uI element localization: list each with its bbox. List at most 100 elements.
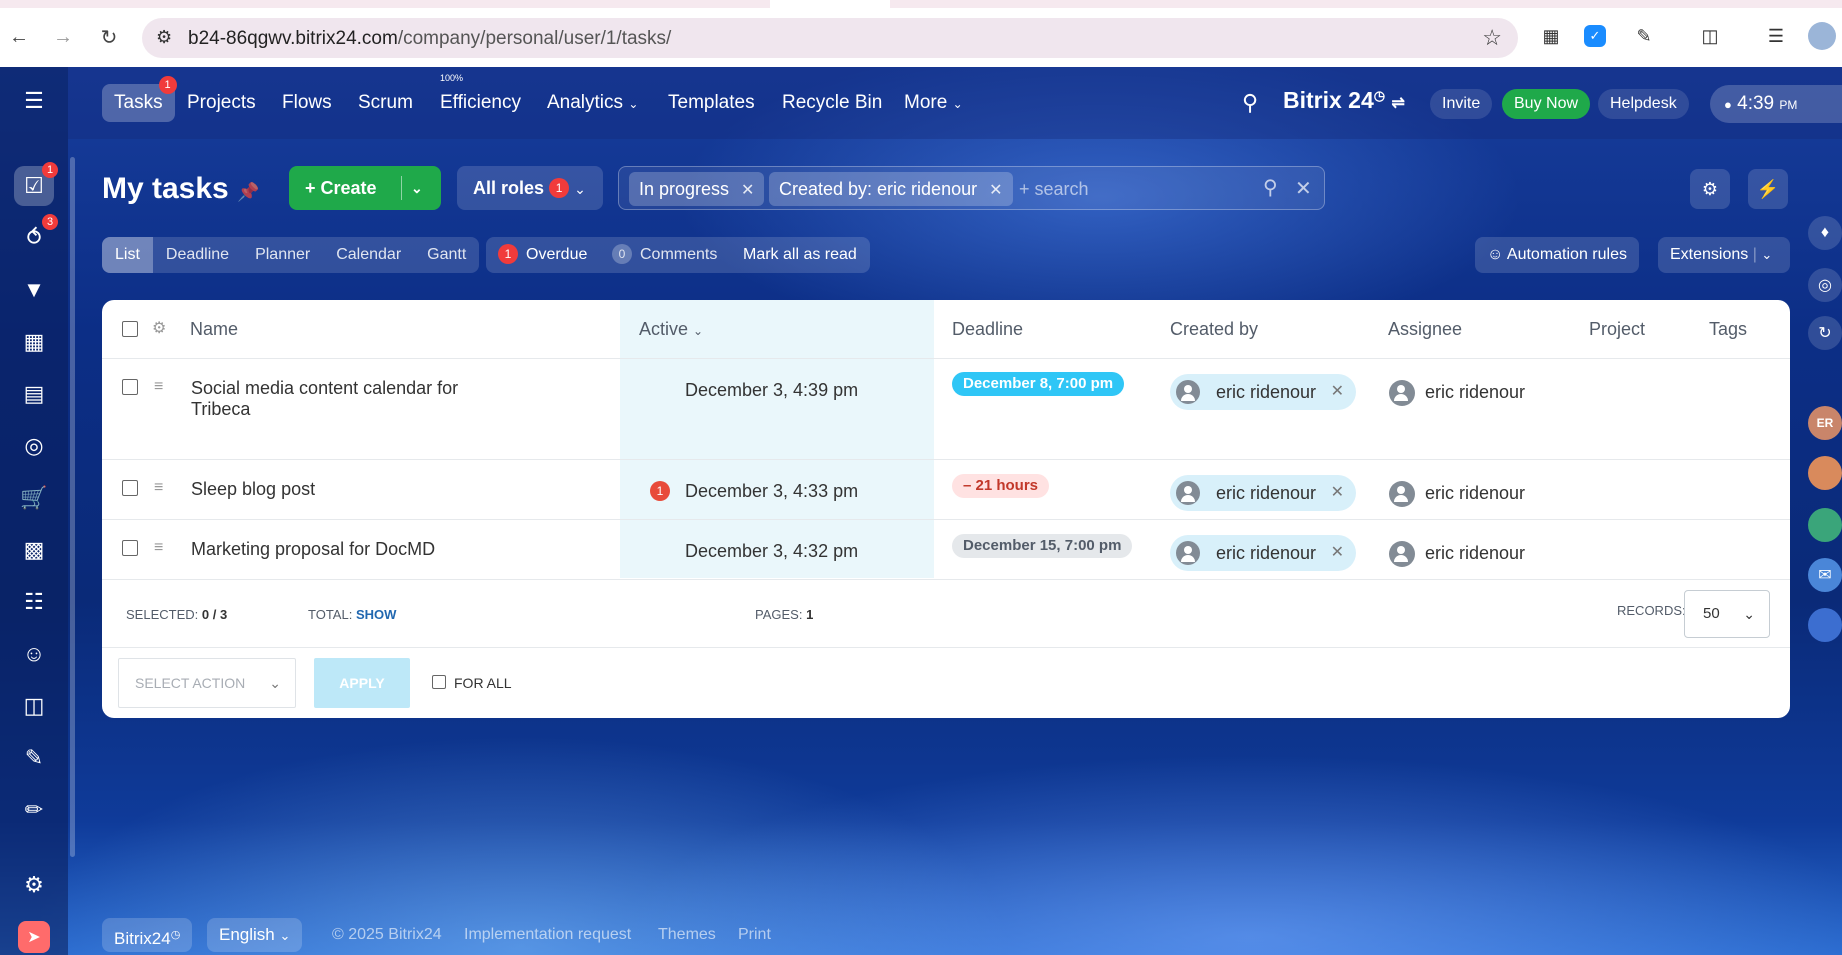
col-tags[interactable]: Tags <box>1709 300 1747 358</box>
col-project[interactable]: Project <box>1589 300 1645 358</box>
footer-brand[interactable]: Bitrix24◷ <box>102 918 193 952</box>
task-title-link[interactable]: Sleep blog post <box>191 479 315 500</box>
sidebar-scrollbar[interactable] <box>70 157 75 857</box>
select-all-checkbox[interactable] <box>122 321 138 337</box>
box-icon[interactable]: ◫ <box>14 686 54 726</box>
remove-filter-icon[interactable]: ✕ <box>989 182 1002 199</box>
invite-button[interactable]: Invite <box>1430 89 1493 119</box>
url-text[interactable]: b24-86qgwv.bitrix24.com/company/personal… <box>188 28 671 50</box>
back-icon[interactable]: ← <box>4 22 34 52</box>
created-by-chip[interactable]: eric ridenour ✕ <box>1170 535 1357 571</box>
settings-gear-icon[interactable]: ⚙ <box>14 865 54 905</box>
target-icon[interactable]: ◎ <box>14 426 54 466</box>
logo-settings-icon[interactable]: ⇌ <box>1392 95 1405 112</box>
automation-rules-button[interactable]: ☺ Automation rules <box>1475 237 1639 273</box>
drag-handle-icon[interactable]: ≡ <box>154 480 170 496</box>
settings-gear-icon[interactable]: ⚙ <box>1690 169 1730 209</box>
remove-filter-icon[interactable]: ✕ <box>741 182 754 199</box>
apply-button[interactable]: APPLY <box>314 658 410 708</box>
deadline-overdue-badge[interactable]: – 21 hours <box>952 474 1050 498</box>
assignee-cell[interactable]: eric ridenour <box>1379 535 1525 571</box>
tab-gantt[interactable]: Gantt <box>414 237 479 273</box>
col-active[interactable]: Active ⌄ <box>639 300 703 358</box>
rocket-icon[interactable]: ➤ <box>18 921 50 953</box>
drag-handle-icon[interactable]: ≡ <box>154 540 170 556</box>
records-per-page-select[interactable]: 50 ⌄ <box>1684 590 1770 638</box>
comments-counter[interactable]: 0 Comments <box>612 237 717 273</box>
roles-dropdown[interactable]: All roles 1 ⌄ <box>457 166 603 210</box>
remove-user-icon[interactable]: ✕ <box>1331 535 1344 571</box>
assignee-cell[interactable]: eric ridenour <box>1379 374 1525 410</box>
messages-icon[interactable]: ✉ <box>1808 558 1842 592</box>
created-by-chip[interactable]: eric ridenour ✕ <box>1170 374 1357 410</box>
deadline-badge[interactable]: December 15, 7:00 pm <box>952 534 1133 558</box>
sync-icon[interactable]: ↻ <box>1808 316 1842 350</box>
chat-group-icon[interactable] <box>1808 508 1842 542</box>
reload-icon[interactable]: ↻ <box>94 22 124 52</box>
nav-analytics[interactable]: Analytics ⌄ <box>535 84 650 122</box>
nav-templates[interactable]: Templates <box>656 84 767 122</box>
assignee-cell[interactable]: eric ridenour <box>1379 475 1525 511</box>
search-icon[interactable]: ⚲ <box>1230 84 1270 122</box>
language-selector[interactable]: English ⌄ <box>207 918 303 952</box>
tab-list[interactable]: List <box>102 237 153 273</box>
filter-chip-created-by[interactable]: Created by: eric ridenour ✕ <box>769 172 1013 206</box>
row-checkbox[interactable] <box>122 480 138 496</box>
tasks-icon[interactable]: ☑ 1 <box>14 162 58 206</box>
nav-flows[interactable]: Flows <box>270 84 344 122</box>
task-title-link[interactable]: Marketing proposal for DocMD <box>191 539 435 560</box>
bookmark-icon[interactable] <box>1808 608 1842 642</box>
document-sign-icon[interactable]: ✎ <box>14 738 54 778</box>
search-placeholder[interactable]: + search <box>1019 167 1089 211</box>
task-title-link[interactable]: Social media content calendar for Tribeca <box>191 378 458 420</box>
lightning-icon[interactable]: ⚡ <box>1748 169 1788 209</box>
contact-card-icon[interactable]: ☷ <box>14 582 54 622</box>
buy-now-button[interactable]: Buy Now <box>1502 89 1591 119</box>
calendar-icon[interactable]: ▦ <box>14 322 54 362</box>
tab-deadline[interactable]: Deadline <box>153 237 242 273</box>
funnel-icon[interactable]: ▼ <box>14 270 54 310</box>
bookmark-star-icon[interactable]: ☆ <box>1482 25 1502 51</box>
helpdesk-button[interactable]: Helpdesk <box>1598 89 1689 119</box>
address-bar[interactable]: ⚙ b24-86qgwv.bitrix24.com/company/person… <box>142 18 1518 58</box>
nav-scrum[interactable]: Scrum <box>346 84 425 122</box>
col-assignee[interactable]: Assignee <box>1388 300 1462 358</box>
notifications-bell-icon[interactable]: ♦ <box>1808 216 1842 250</box>
cart-icon[interactable]: 🛒 <box>14 478 54 518</box>
footer-themes[interactable]: Themes <box>658 918 716 952</box>
footer-implementation-request[interactable]: Implementation request <box>464 918 631 952</box>
clear-search-icon[interactable]: ✕ <box>1295 176 1312 201</box>
active-tab[interactable] <box>770 0 890 8</box>
col-deadline[interactable]: Deadline <box>952 300 1023 358</box>
footer-print[interactable]: Print <box>738 918 771 952</box>
create-dropdown-icon[interactable]: ⌄ <box>411 166 423 210</box>
analytics-icon[interactable]: ▩ <box>14 530 54 570</box>
tab-calendar[interactable]: Calendar <box>323 237 414 273</box>
robot-icon[interactable]: ☺ <box>14 634 54 674</box>
grid-settings-icon[interactable]: ⚙ <box>152 300 166 358</box>
select-action-dropdown[interactable]: SELECT ACTION ⌄ <box>118 658 296 708</box>
overdue-counter[interactable]: 1 Overdue <box>498 237 587 273</box>
nav-tasks[interactable]: Tasks 1 <box>102 76 177 122</box>
deadline-badge[interactable]: December 8, 7:00 pm <box>952 372 1125 396</box>
search-icon[interactable]: ⚲ <box>1263 175 1278 200</box>
menu-icon[interactable]: ☰ <box>14 81 54 121</box>
created-by-chip[interactable]: eric ridenour ✕ <box>1170 475 1357 511</box>
flows-icon[interactable]: ⥀ 3 <box>14 214 58 258</box>
filter-search-box[interactable]: In progress ✕ Created by: eric ridenour ✕ … <box>618 166 1325 210</box>
tab-planner[interactable]: Planner <box>242 237 323 273</box>
tab-search-icon[interactable]: ◫ <box>1696 22 1724 50</box>
pen-icon[interactable]: ✏ <box>14 790 54 830</box>
col-name[interactable]: Name <box>190 300 238 358</box>
drive-icon[interactable]: ▤ <box>14 374 54 414</box>
filter-chip-in-progress[interactable]: In progress ✕ <box>629 172 765 206</box>
row-checkbox[interactable] <box>122 379 138 395</box>
user-avatar-photo[interactable] <box>1808 456 1842 490</box>
extensions-button[interactable]: Extensions | ⌄ <box>1658 237 1790 273</box>
nav-projects[interactable]: Projects <box>175 84 268 122</box>
qr-code-icon[interactable]: ▦ <box>1537 22 1565 50</box>
pin-icon[interactable]: 📌 <box>237 182 259 202</box>
row-checkbox[interactable] <box>122 540 138 556</box>
drag-handle-icon[interactable]: ≡ <box>154 379 170 395</box>
open-lines-icon[interactable]: ◎ <box>1808 268 1842 302</box>
